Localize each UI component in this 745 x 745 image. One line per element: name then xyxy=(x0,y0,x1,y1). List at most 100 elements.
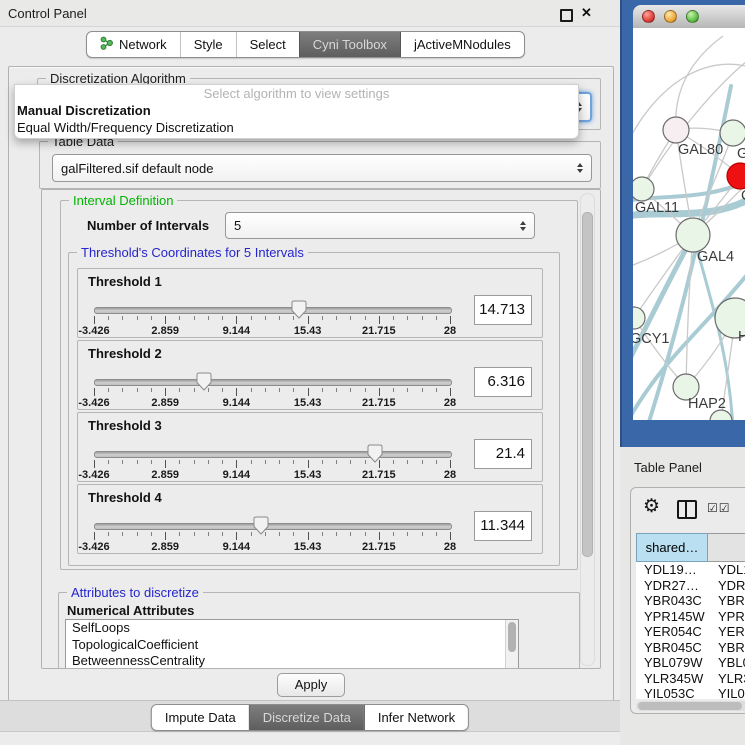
network-node-gcy1[interactable] xyxy=(633,307,645,329)
tick-mark xyxy=(179,316,180,320)
tab-network[interactable]: Network xyxy=(87,32,180,57)
tick-mark xyxy=(194,532,195,536)
threshold-value-field[interactable]: 14.713 xyxy=(474,295,532,325)
tick-mark xyxy=(194,460,195,464)
cell-name[interactable]: YBL0 xyxy=(708,655,745,671)
network-node-gal11[interactable] xyxy=(633,177,654,201)
table-data-combobox[interactable]: galFiltered.sif default node xyxy=(52,154,592,182)
minimize-traffic-light-icon[interactable] xyxy=(664,10,677,23)
table-row[interactable]: YDL19…YDL1 xyxy=(636,562,745,578)
number-of-intervals-combobox[interactable]: 5 xyxy=(225,212,535,239)
tick-mark xyxy=(137,316,138,320)
table-horizontal-scrollbar[interactable] xyxy=(636,701,745,711)
tick-mark xyxy=(94,460,95,468)
network-node-label: GCY1 xyxy=(633,331,670,347)
scrollbar-thumb[interactable] xyxy=(638,702,742,710)
tick-mark xyxy=(165,388,166,396)
cell-name[interactable]: YPR1 xyxy=(708,609,745,625)
table-row[interactable]: YPR145WYPR1 xyxy=(636,609,745,625)
tick-label: 9.144 xyxy=(223,325,251,337)
cell-shared-name[interactable]: YBL079W xyxy=(636,655,708,671)
attribute-list-item[interactable]: BetweennessCentrality xyxy=(66,653,518,669)
cell-name[interactable]: YBR0 xyxy=(708,640,745,656)
cell-shared-name[interactable]: YLR345W xyxy=(636,671,708,687)
column-header-shared-name[interactable]: shared… xyxy=(636,533,708,562)
option-equal-width-frequency[interactable]: Equal Width/Frequency Discretization xyxy=(15,119,578,136)
tick-mark xyxy=(165,532,166,540)
threshold-slider-track[interactable] xyxy=(94,523,452,530)
tab-impute-data[interactable]: Impute Data xyxy=(152,705,249,730)
network-node-gal4[interactable] xyxy=(676,218,710,252)
tick-mark xyxy=(308,460,309,468)
network-node-gal80[interactable] xyxy=(663,117,689,143)
apply-button[interactable]: Apply xyxy=(277,673,345,697)
threshold-value-field[interactable]: 11.344 xyxy=(474,511,532,541)
cell-name[interactable]: YDR2 xyxy=(708,578,745,594)
threshold-value-field[interactable]: 6.316 xyxy=(474,367,532,397)
cell-shared-name[interactable]: YER054C xyxy=(636,624,708,640)
network-node-label: GAL11 xyxy=(635,200,679,216)
tick-mark xyxy=(236,532,237,540)
numerical-attributes-list[interactable]: SelfLoopsTopologicalCoefficientBetweenne… xyxy=(65,619,519,669)
option-manual-discretization[interactable]: Manual Discretization xyxy=(15,102,578,119)
table-row[interactable]: YLR345WYLR3 xyxy=(636,671,745,687)
threshold-slider-track[interactable] xyxy=(94,451,452,458)
panel-vertical-scrollbar[interactable] xyxy=(580,193,595,666)
slider-ticks xyxy=(94,388,450,397)
select-columns-icon[interactable]: ☑☑ xyxy=(707,501,731,515)
cell-shared-name[interactable]: YBR045C xyxy=(636,640,708,656)
table-row[interactable]: YBR045CYBR0 xyxy=(636,640,745,656)
cell-shared-name[interactable]: YDL19… xyxy=(636,562,708,578)
tab-style[interactable]: Style xyxy=(180,32,236,57)
table-row[interactable]: YDR27…YDR2 xyxy=(636,578,745,594)
table-panel: ⚙ ☑☑ shared… na YDL19…YDL1YDR27…YDR2YBR0… xyxy=(630,487,745,714)
table-rows[interactable]: YDL19…YDL1YDR27…YDR2YBR043CYBR0YPR145WYP… xyxy=(636,562,745,699)
cell-name[interactable]: YIL0 xyxy=(708,686,745,699)
cell-shared-name[interactable]: YBR043C xyxy=(636,593,708,609)
combobox-stepper-icon xyxy=(577,163,583,173)
tab-jactivemnodules[interactable]: jActiveMNodules xyxy=(400,32,524,57)
network-node-gal80-neighbor[interactable] xyxy=(720,120,745,146)
cell-name[interactable]: YBR0 xyxy=(708,593,745,609)
cell-shared-name[interactable]: YDR27… xyxy=(636,578,708,594)
cell-name[interactable]: YDL1 xyxy=(708,562,745,578)
algorithm-placeholder: Select algorithm to view settings xyxy=(15,85,578,102)
tick-mark xyxy=(379,460,380,468)
table-row[interactable]: YIL053CYIL0 xyxy=(636,686,745,699)
tick-mark xyxy=(450,460,451,468)
close-icon[interactable]: ✕ xyxy=(581,5,592,21)
attributes-group-label: Attributes to discretize xyxy=(67,585,203,600)
split-columns-icon[interactable] xyxy=(677,500,697,519)
close-traffic-light-icon[interactable] xyxy=(642,10,655,23)
attributes-list-scrollbar[interactable] xyxy=(505,620,518,668)
tab-infer-network[interactable]: Infer Network xyxy=(364,705,468,730)
slider-tick-labels: -3.4262.8599.14415.4321.71528 xyxy=(94,397,450,409)
table-row[interactable]: YER054CYER0 xyxy=(636,624,745,640)
zoom-traffic-light-icon[interactable] xyxy=(686,10,699,23)
tick-label: -3.426 xyxy=(78,325,109,337)
attribute-list-item[interactable]: TopologicalCoefficient xyxy=(66,637,518,654)
threshold-slider-track[interactable] xyxy=(94,307,452,314)
table-row[interactable]: YBR043CYBR0 xyxy=(636,593,745,609)
scrollbar-thumb[interactable] xyxy=(582,212,593,557)
network-window-titlebar[interactable] xyxy=(633,5,745,29)
threshold-value-field[interactable]: 21.4 xyxy=(474,439,532,469)
tab-cyni-toolbox[interactable]: Cyni Toolbox xyxy=(299,32,400,57)
network-view-canvas[interactable]: GAL80GACGAL11GAL4GCY1HHAP2 xyxy=(633,28,745,420)
column-header-name[interactable]: na xyxy=(708,533,745,562)
tab-discretize-data[interactable]: Discretize Data xyxy=(249,705,364,730)
float-window-icon[interactable] xyxy=(560,9,573,22)
attribute-list-item[interactable]: SelfLoops xyxy=(66,620,518,637)
tab-select[interactable]: Select xyxy=(236,32,299,57)
threshold-slider-track[interactable] xyxy=(94,379,452,386)
cell-name[interactable]: YER0 xyxy=(708,624,745,640)
threshold-label: Threshold 3 xyxy=(88,418,162,433)
table-row[interactable]: YBL079WYBL0 xyxy=(636,655,745,671)
tick-mark xyxy=(365,388,366,392)
gear-icon[interactable]: ⚙ xyxy=(643,496,660,518)
tick-mark xyxy=(422,532,423,536)
cell-shared-name[interactable]: YIL053C xyxy=(636,686,708,699)
tick-mark xyxy=(165,460,166,468)
cell-name[interactable]: YLR3 xyxy=(708,671,745,687)
cell-shared-name[interactable]: YPR145W xyxy=(636,609,708,625)
